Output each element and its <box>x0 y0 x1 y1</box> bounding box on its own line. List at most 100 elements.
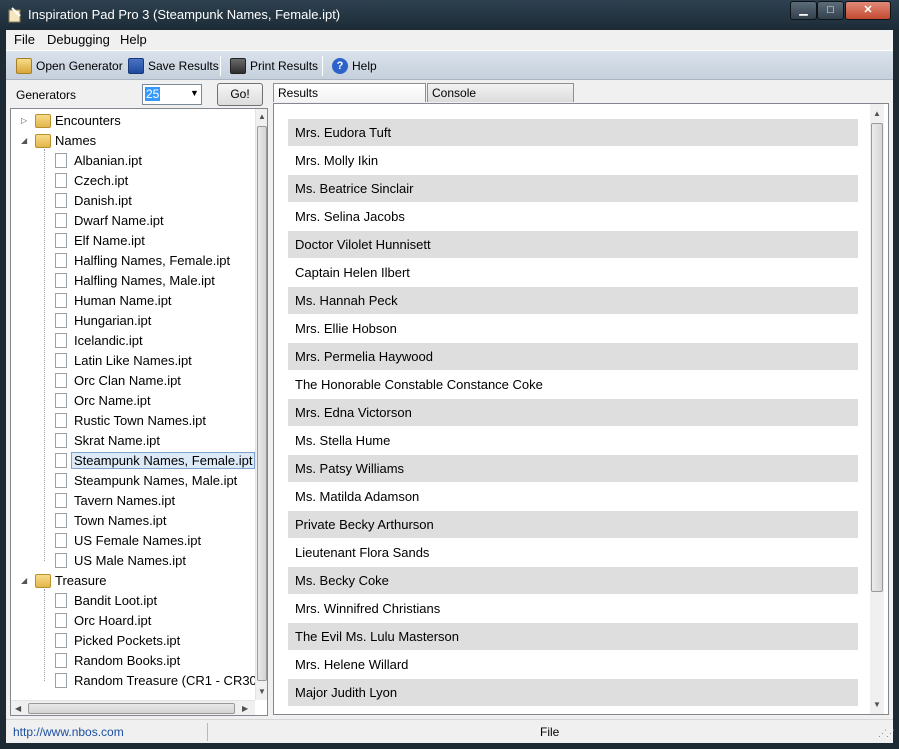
results-panel[interactable]: Mrs. Eudora Tuft Mrs. Molly Ikin Ms. Beatr… <box>273 103 889 715</box>
go-button[interactable]: Go! <box>217 83 263 106</box>
result-row[interactable]: The Evil Ms. Lulu Masterson <box>288 623 858 650</box>
folder-icon <box>35 574 51 588</box>
tree-item[interactable]: Orc Name.ipt <box>11 391 267 411</box>
file-icon <box>55 553 67 568</box>
tree-item-label: Dwarf Name.ipt <box>74 213 164 228</box>
results-scroll-thumb[interactable] <box>871 123 883 592</box>
tree-item[interactable]: Skrat Name.ipt <box>11 431 267 451</box>
result-row[interactable]: Ms. Hannah Peck <box>288 287 858 314</box>
scroll-right-icon: ▶ <box>242 704 249 713</box>
tree-horizontal-scrollbar[interactable]: ◀ ▶ <box>11 700 255 715</box>
tree-item[interactable]: US Female Names.ipt <box>11 531 267 551</box>
result-row[interactable]: Mrs. Edna Victorson <box>288 399 858 426</box>
tree-folder-label: Treasure <box>55 573 107 588</box>
tree-item[interactable]: Tavern Names.ipt <box>11 491 267 511</box>
resize-grip-icon[interactable]: ⋰⋰ <box>878 728 895 739</box>
open-generator-button[interactable]: Open Generator <box>16 55 123 77</box>
collapse-icon[interactable]: ◢ <box>21 136 27 145</box>
tree-item[interactable]: Human Name.ipt <box>11 291 267 311</box>
print-results-button[interactable]: Print Results <box>230 55 318 77</box>
file-icon <box>55 473 67 488</box>
tree-folder-names[interactable]: ◢ Names <box>11 131 267 151</box>
tree-item[interactable]: Halfling Names, Female.ipt <box>11 251 267 271</box>
tree-item[interactable]: Latin Like Names.ipt <box>11 351 267 371</box>
tree-item[interactable]: Orc Hoard.ipt <box>11 611 267 631</box>
close-button[interactable]: ✕ <box>845 1 891 20</box>
tree-item[interactable]: Steampunk Names, Female.ipt <box>11 451 267 471</box>
tab-console[interactable]: Console <box>427 83 574 102</box>
tree-item[interactable]: Dwarf Name.ipt <box>11 211 267 231</box>
result-row[interactable]: Ms. Becky Coke <box>288 567 858 594</box>
tree-item[interactable]: Danish.ipt <box>11 191 267 211</box>
maximize-button[interactable]: □ <box>817 1 844 20</box>
collapse-icon[interactable]: ◢ <box>21 576 27 585</box>
result-row[interactable]: Doctor Vilolet Hunnisett <box>288 231 858 258</box>
tree-item[interactable]: US Male Names.ipt <box>11 551 267 571</box>
menu-file-label: File <box>14 32 35 47</box>
menu-file[interactable]: File <box>14 32 35 47</box>
result-row[interactable]: Lieutenant Flora Sands <box>288 539 858 566</box>
tree-item-label: Tavern Names.ipt <box>74 493 176 508</box>
result-row[interactable]: Ms. Beatrice Sinclair <box>288 175 858 202</box>
results-vertical-scrollbar[interactable]: ▲ ▼ <box>870 104 884 714</box>
result-row[interactable]: Mrs. Permelia Haywood <box>288 343 858 370</box>
tree-guide-line <box>44 149 45 561</box>
file-icon <box>55 393 67 408</box>
result-row[interactable]: Mrs. Ellie Hobson <box>288 315 858 342</box>
tree-item[interactable]: Icelandic.ipt <box>11 331 267 351</box>
result-row[interactable]: Mrs. Winnifred Christians <box>288 595 858 622</box>
generator-count-dropdown[interactable]: 25 ▼ <box>142 84 202 105</box>
tree-item[interactable]: Hungarian.ipt <box>11 311 267 331</box>
result-row[interactable]: Major Judith Lyon <box>288 679 858 706</box>
tree-item[interactable]: Random Books.ipt <box>11 651 267 671</box>
window-title: Inspiration Pad Pro 3 (Steampunk Names, … <box>28 7 341 22</box>
tree-guide-line <box>44 589 45 681</box>
file-icon <box>55 333 67 348</box>
tree-item[interactable]: Steampunk Names, Male.ipt <box>11 471 267 491</box>
expand-icon[interactable]: ▷ <box>21 116 27 125</box>
tree-folder-treasure[interactable]: ◢ Treasure <box>11 571 267 591</box>
generator-tree[interactable]: ▷ Encounters ◢ Names Albanian.ipt Czech.ipt Da… <box>10 108 268 716</box>
result-row[interactable]: Ms. Matilda Adamson <box>288 483 858 510</box>
result-row[interactable]: Captain Helen Ilbert <box>288 259 858 286</box>
result-row[interactable]: Mrs. Helene Willard <box>288 651 858 678</box>
save-disk-icon <box>128 58 144 74</box>
tree-item[interactable]: Picked Pockets.ipt <box>11 631 267 651</box>
tree-item[interactable]: Czech.ipt <box>11 171 267 191</box>
website-link[interactable]: http://www.nbos.com <box>13 725 124 739</box>
save-results-button[interactable]: Save Results <box>128 55 219 77</box>
tree-folder-encounters[interactable]: ▷ Encounters <box>11 111 267 131</box>
file-icon <box>55 453 67 468</box>
menu-help[interactable]: Help <box>120 32 147 47</box>
tree-item[interactable]: Town Names.ipt <box>11 511 267 531</box>
tree-item[interactable]: Random Treasure (CR1 - CR30 <box>11 671 267 691</box>
tree-folder-label: Encounters <box>55 113 121 128</box>
minimize-button[interactable]: ▁ <box>790 1 817 20</box>
menu-debugging[interactable]: Debugging <box>47 32 110 47</box>
help-button[interactable]: ? Help <box>332 55 377 77</box>
result-row[interactable]: Ms. Patsy Williams <box>288 455 858 482</box>
result-row[interactable]: Mrs. Molly Ikin <box>288 147 858 174</box>
tab-results[interactable]: Results <box>273 83 426 102</box>
tree-item-label: Town Names.ipt <box>74 513 167 528</box>
folder-icon <box>35 134 51 148</box>
help-icon: ? <box>332 58 348 74</box>
file-icon <box>55 493 67 508</box>
file-icon <box>55 413 67 428</box>
result-row[interactable]: The Honorable Constable Constance Coke <box>288 371 858 398</box>
tree-item-label: Orc Clan Name.ipt <box>74 373 181 388</box>
result-row[interactable]: Mrs. Selina Jacobs <box>288 203 858 230</box>
title-bar[interactable]: Inspiration Pad Pro 3 (Steampunk Names, … <box>0 0 899 30</box>
result-row[interactable]: Mrs. Eudora Tuft <box>288 119 858 146</box>
tree-item[interactable]: Bandit Loot.ipt <box>11 591 267 611</box>
tree-vertical-scrollbar[interactable]: ▲ ▼ <box>255 109 267 700</box>
tree-item[interactable]: Elf Name.ipt <box>11 231 267 251</box>
result-row[interactable]: Private Becky Arthurson <box>288 511 858 538</box>
tree-item[interactable]: Halfling Names, Male.ipt <box>11 271 267 291</box>
tree-item[interactable]: Albanian.ipt <box>11 151 267 171</box>
result-row[interactable]: Ms. Stella Hume <box>288 427 858 454</box>
tree-item[interactable]: Rustic Town Names.ipt <box>11 411 267 431</box>
tree-item[interactable]: Orc Clan Name.ipt <box>11 371 267 391</box>
tree-hscroll-thumb[interactable] <box>28 703 235 714</box>
tree-scroll-thumb[interactable] <box>257 126 267 681</box>
